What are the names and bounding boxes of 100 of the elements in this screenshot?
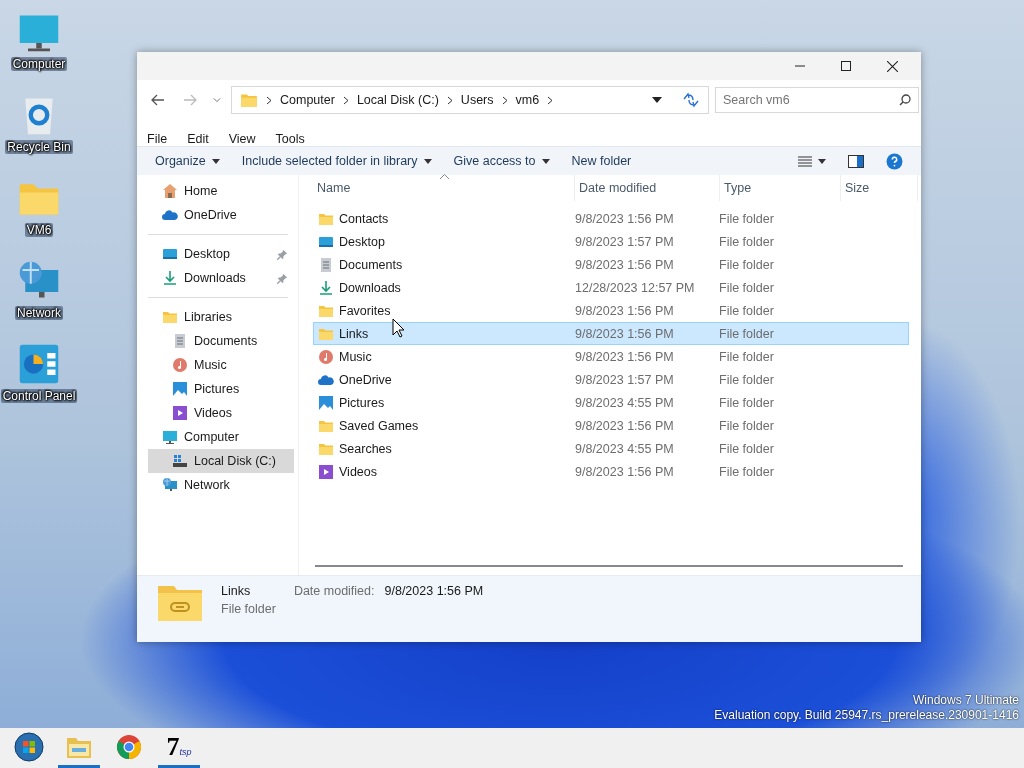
toolbar-button[interactable]: New folder [561,150,642,172]
caret-icon [211,158,220,164]
monitor-screen-icon [162,246,178,262]
file-name: Pictures [339,395,385,410]
file-name: Links [339,326,369,341]
column-header[interactable]: Type [720,175,841,201]
menu-item[interactable]: View [228,132,256,146]
nav-item[interactable]: Desktop [140,242,294,266]
file-row[interactable]: Saved Games 9/8/2023 1:56 PM File folder [313,414,909,437]
type-cell: File folder [719,326,774,341]
type-cell: File folder [719,280,774,295]
folder-icon [162,309,178,325]
toolbar-button[interactable]: Give access to [443,150,560,172]
file-row[interactable]: Links 9/8/2023 1:56 PM File folder [313,322,909,345]
file-name: Favorites [339,303,391,318]
date-cell: 9/8/2023 1:56 PM [575,464,674,479]
forward-arrow-icon [183,94,197,106]
file-name: Documents [339,257,403,272]
cloud-icon [162,207,178,223]
details-view-icon [798,155,812,167]
taskbar-button[interactable]: 7tsp [158,728,200,768]
desktop-shortcut[interactable]: VM6 [17,176,61,237]
file-row[interactable]: Videos 9/8/2023 1:56 PM File folder [313,460,909,483]
caret-icon [818,158,826,164]
date-cell: 9/8/2023 1:56 PM [575,257,674,272]
file-row[interactable]: Desktop 9/8/2023 1:57 PM File folder [313,230,909,253]
file-row[interactable]: Documents 9/8/2023 1:56 PM File folder [313,253,909,276]
type-cell: File folder [719,418,774,433]
desktop-shortcut[interactable]: Recycle Bin [5,93,73,154]
nav-item[interactable]: Home [140,179,294,203]
file-name: Contacts [339,211,389,226]
chrome-icon [116,733,142,760]
file-row[interactable]: Favorites 9/8/2023 1:56 PM File folder [313,299,909,322]
date-cell: 9/8/2023 1:57 PM [575,234,674,249]
file-name: Searches [339,441,392,456]
toolbar-button[interactable]: Include selected folder in library [231,150,442,172]
nav-item[interactable]: Network [140,473,294,497]
column-header[interactable]: Size [841,175,918,201]
nav-item[interactable]: Documents [148,329,294,353]
watermark-text: Evaluation copy. Build 25947.rs_prerelease.230901-1416 [714,708,1019,722]
file-name: Music [339,349,372,364]
monitor-icon [162,429,178,445]
nav-item[interactable]: Pictures [148,377,294,401]
nav-item[interactable]: Libraries [140,305,294,329]
help-icon [886,152,903,170]
file-row[interactable]: Searches 9/8/2023 4:55 PM File folder [313,437,909,460]
back-arrow-icon [151,94,165,106]
type-cell: File folder [719,303,774,318]
folder-icon [240,91,258,109]
nav-item[interactable]: OneDrive [140,203,294,227]
desktop-shortcut[interactable]: Network [15,259,63,320]
nav-item[interactable]: Local Disk (C:) [148,449,294,473]
toolbar-button[interactable]: Organize [145,150,230,172]
date-cell: 9/8/2023 1:57 PM [575,372,674,387]
file-row[interactable]: Music 9/8/2023 1:56 PM File folder [313,345,909,368]
column-header[interactable]: Name [313,175,575,201]
date-cell: 9/8/2023 1:56 PM [575,303,674,318]
date-cell: 9/8/2023 1:56 PM [575,418,674,433]
breadcrumb[interactable]: Users [460,93,494,107]
breadcrumb[interactable]: Computer [280,93,335,107]
menu-item[interactable]: Edit [187,132,209,146]
picture-icon [172,381,188,397]
file-row[interactable]: Downloads 12/28/2023 12:57 PM File folder [313,276,909,299]
search-icon [899,94,911,106]
breadcrumb[interactable]: Local Disk (C:) [356,93,439,107]
music-note-icon [318,348,334,365]
chevron-down-icon [213,97,221,103]
file-row[interactable]: Contacts 9/8/2023 1:56 PM File folder [313,207,909,230]
search-field[interactable]: Search vm6 [715,87,919,113]
watermark-text: Windows 7 Ultimate [912,693,1019,707]
date-cell: 9/8/2023 1:56 PM [575,326,674,341]
type-cell: File folder [719,257,774,272]
date-cell: 9/8/2023 4:55 PM [575,395,674,410]
breadcrumb[interactable]: vm6 [515,93,540,107]
download-arrow-icon [318,279,334,296]
video-icon [318,463,334,480]
menu-item[interactable]: File [147,132,168,146]
nav-item[interactable]: Music [148,353,294,377]
desktop-shortcut[interactable]: Computer [10,10,68,71]
details-label: Date modified: [293,584,375,598]
date-cell: 12/28/2023 12:57 PM [575,280,695,295]
dropdown-caret-icon[interactable] [652,97,662,103]
file-row[interactable]: OneDrive 9/8/2023 1:57 PM File folder [313,368,909,391]
chevron-icon [547,95,554,105]
column-header[interactable]: Date modified [575,175,720,201]
download-arrow-icon [162,270,178,286]
chevron-icon [446,95,453,105]
file-row[interactable]: Pictures 9/8/2023 4:55 PM File folder [313,391,909,414]
type-cell: File folder [719,349,774,364]
desktop-shortcut[interactable]: Control Panel [0,342,78,403]
globe-monitor-icon [162,477,178,493]
refresh-icon[interactable] [682,92,700,108]
horizontal-scrollbar[interactable] [315,565,903,567]
nav-item[interactable]: Videos [148,401,294,425]
nav-item[interactable]: Computer [140,425,294,449]
nav-item[interactable]: Downloads [140,266,294,290]
mouse-pointer-icon [392,318,405,338]
menu-item[interactable]: Tools [275,132,305,146]
chevron-icon [501,95,508,105]
address-bar[interactable]: Computer Local Disk (C:) Users vm6 [231,86,709,114]
